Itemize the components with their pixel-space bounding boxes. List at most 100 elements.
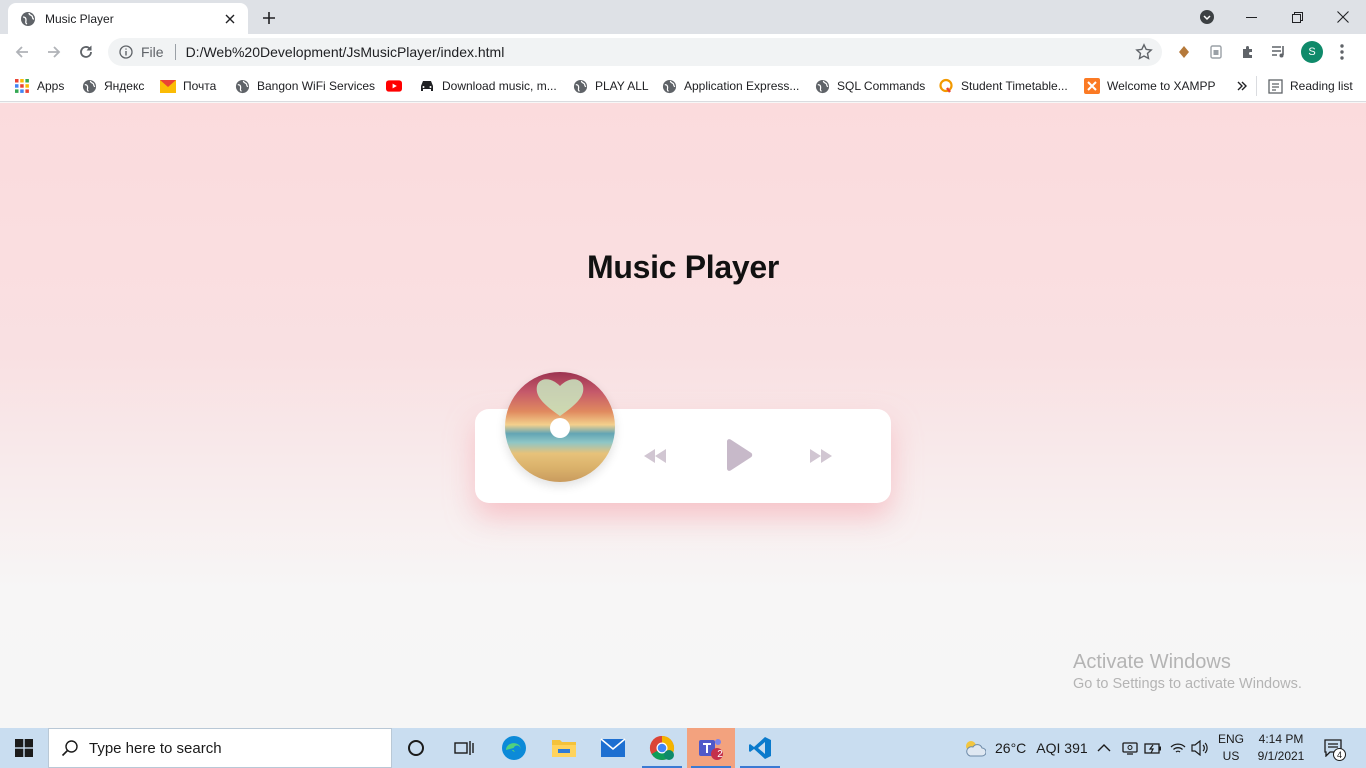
bookmark-download-music[interactable]: Download music, m... [419,76,557,96]
bookmark-sql-commands[interactable]: SQL Commands [814,76,925,96]
bookmark-label: Почта [183,79,217,93]
vscode-icon [749,737,771,759]
mail-app-icon [600,738,626,757]
info-icon[interactable] [119,45,133,59]
taskbar-clock[interactable]: 4:14 PM 9/1/2021 [1250,731,1312,765]
battery-button[interactable] [1144,728,1162,768]
bookmark-label: Яндекс [104,79,145,93]
next-button[interactable] [809,446,833,466]
bookmark-label: Apps [37,79,65,93]
menu-kebab-icon[interactable] [1333,43,1351,61]
play-icon [727,439,753,471]
bookmark-yandex[interactable]: Яндекс [81,76,144,96]
omnibox-divider [174,44,176,60]
new-tab-button[interactable] [258,7,280,29]
bookmark-label: SQL Commands [837,79,926,93]
extension-clipboard-icon[interactable] [1207,43,1225,61]
rewind-icon [644,449,666,463]
media-control-icon[interactable] [1270,43,1288,61]
folder-icon [552,740,576,757]
address-bar[interactable]: File D:/Web%20Development/JsMusicPlayer/… [108,38,1162,66]
windows-taskbar: Type here to search 2 26°C AQI 391 ENG U… [0,728,1366,768]
disc-center-hole [550,418,570,438]
action-center-button[interactable]: 4 [1324,728,1346,768]
heart-shape-icon [536,379,584,416]
reading-list-button[interactable]: Reading list [1256,76,1353,96]
bookmark-label: Student Timetable... [961,79,1068,93]
forward-button[interactable] [41,39,67,65]
tab-search-icon[interactable] [1196,1,1218,33]
bookmark-label: Download music, m... [442,79,557,93]
bookmark-application-express[interactable]: Application Express... [661,76,799,96]
language-indicator[interactable]: ENG US [1214,731,1248,765]
bookmark-apps[interactable]: Apps [14,76,64,96]
bookmark-student-timetable[interactable]: Student Timetable... [938,76,1068,96]
bookmark-star-icon[interactable] [1135,43,1153,61]
globe-icon [81,78,97,94]
profile-avatar[interactable]: S [1301,41,1323,63]
tab-strip: Music Player [0,0,1366,34]
taskbar-file-explorer[interactable] [540,728,588,768]
taskbar-mail[interactable] [589,728,637,768]
speaker-icon [1191,740,1208,756]
close-window-button[interactable] [1320,1,1366,33]
bookmark-label: Bangon WiFi Services [257,79,376,93]
play-button[interactable] [721,437,755,473]
taskbar-edge[interactable] [490,728,538,768]
chevron-up-icon [1097,744,1111,752]
globe-icon [814,78,830,94]
taskbar-teams[interactable]: 2 [687,728,735,768]
region-code: US [1222,749,1240,763]
taskbar-chrome[interactable] [638,728,686,768]
bookmark-play-all[interactable]: PLAY ALL [572,76,649,96]
browser-toolbar: File D:/Web%20Development/JsMusicPlayer/… [0,34,1366,70]
reading-list-label: Reading list [1290,79,1353,93]
extension-cookie-icon[interactable] [1175,43,1193,61]
chrome-icon [649,736,675,761]
cortana-button[interactable] [392,728,440,768]
task-view-icon [454,741,474,755]
minimize-button[interactable] [1228,1,1274,33]
meet-now-button[interactable] [1122,728,1138,768]
clock-time: 4:14 PM [1258,732,1304,746]
globe-icon [661,78,677,94]
bookmark-pochta[interactable]: Почта [160,76,216,96]
cortana-circle-icon [408,740,424,756]
extensions-puzzle-icon[interactable] [1239,43,1257,61]
youtube-icon [386,78,402,94]
taskbar-search-box[interactable]: Type here to search [48,728,392,768]
bookmark-xampp[interactable]: Welcome to XAMPP [1084,76,1215,96]
teams-badge: 2 [717,749,723,760]
scheme-label: File [141,44,164,60]
page-content: Music Player Activate Windows Go to Sett… [0,103,1366,728]
bookmark-youtube[interactable] [386,76,409,96]
weather-widget[interactable]: 26°C AQI 391 [962,728,1088,768]
more-bookmarks-button[interactable] [1234,76,1257,96]
globe-icon [234,78,250,94]
close-tab-icon[interactable] [222,11,238,27]
reload-button[interactable] [73,39,99,65]
task-view-button[interactable] [440,728,488,768]
weather-cloud-icon [966,741,986,757]
previous-button[interactable] [643,446,667,466]
bookmark-label: Application Express... [684,79,800,93]
weather-temp: 26°C [995,740,1027,756]
volume-button[interactable] [1191,728,1209,768]
car-icon [419,78,435,94]
network-button[interactable] [1169,728,1187,768]
weather-aqi: AQI 391 [1036,740,1088,756]
bookmark-bangon-wifi[interactable]: Bangon WiFi Services [234,76,375,96]
globe-icon [572,78,588,94]
search-icon [61,740,78,757]
back-button[interactable] [9,39,35,65]
browser-tab[interactable]: Music Player [8,3,248,34]
restore-button[interactable] [1274,1,1320,33]
start-button[interactable] [0,728,48,768]
bookmark-label: Welcome to XAMPP [1107,79,1216,93]
show-hidden-icons-button[interactable] [1097,728,1111,768]
reading-list-icon [1267,78,1283,94]
url-text[interactable]: D:/Web%20Development/JsMusicPlayer/index… [186,44,1135,60]
taskbar-vscode[interactable] [736,728,784,768]
language-code: ENG [1217,732,1244,746]
tab-search-button[interactable] [1196,0,1218,34]
